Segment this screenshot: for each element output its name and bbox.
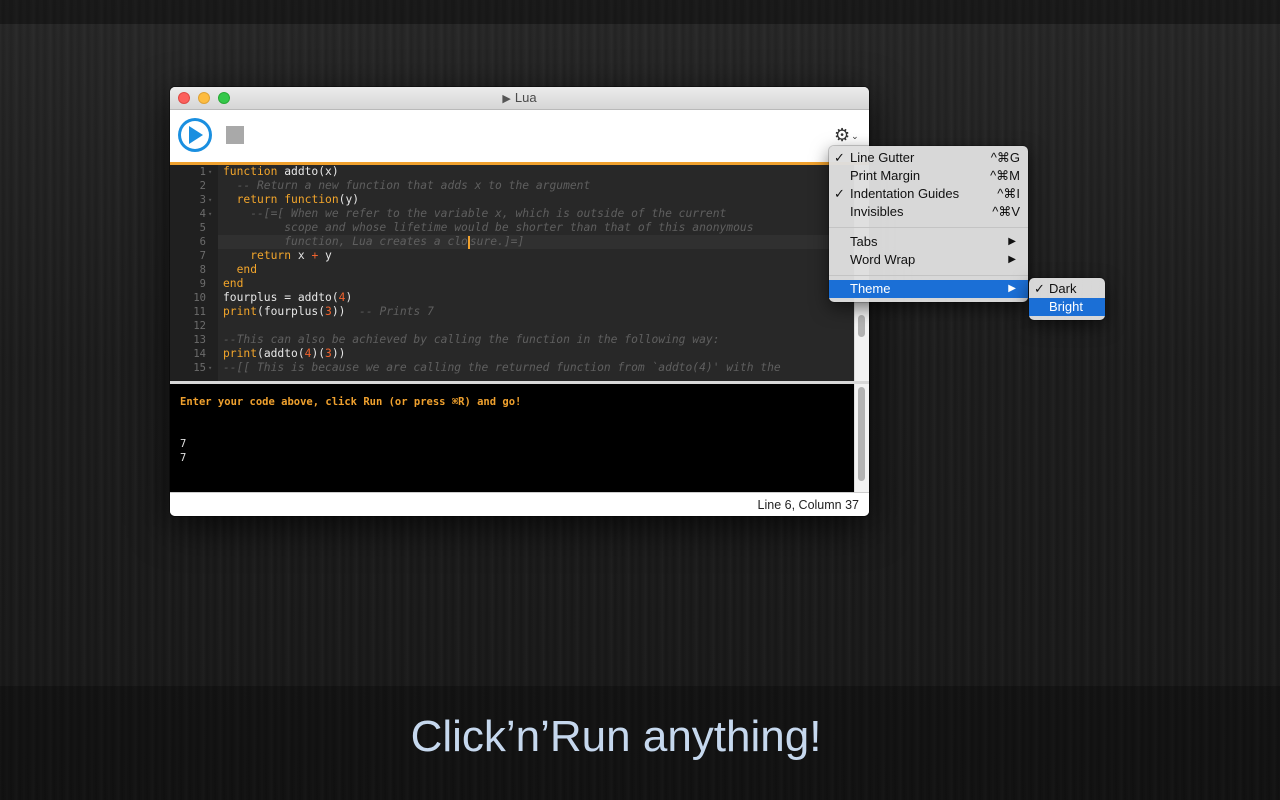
line-number: 3 (199, 194, 206, 206)
fold-arrow-icon[interactable]: ▾ (208, 193, 212, 207)
menu-item-indentation-guides[interactable]: ✓ Indentation Guides ^⌘I (829, 185, 1028, 203)
theme-submenu: ✓ Dark Bright (1029, 278, 1105, 320)
line-number: 8 (199, 264, 206, 276)
title-bar: ▶ Lua (170, 87, 869, 110)
run-button[interactable] (178, 118, 212, 152)
line-number: 5 (199, 222, 206, 234)
line-number: 11 (193, 306, 206, 318)
window-title: ▶ Lua (170, 90, 869, 105)
console-line: 7 (180, 452, 187, 464)
code-line: --[[ This is because we are calling the … (223, 361, 781, 374)
menu-item-tabs[interactable]: Tabs ▶ (829, 233, 1028, 251)
code-line: return function(y) (236, 193, 360, 206)
code-line: print(addto(4)(3)) (223, 347, 346, 360)
line-number: 15 (193, 362, 206, 374)
chevron-down-icon: ⌄ (851, 131, 859, 142)
code-line: -- Return a new function that adds x to … (223, 179, 591, 192)
play-icon: ▶ (502, 93, 511, 105)
app-window: ▶ Lua ⚙⌄ 1 ▾ 2 3 ▾ 4 ▾ 5 6 7 8 9 10 11 12… (170, 87, 869, 516)
code-line: return x + y (250, 249, 332, 262)
theme-item-bright[interactable]: Bright (1029, 298, 1105, 316)
console-output: Enter your code above, click Run (or pre… (170, 384, 854, 492)
submenu-arrow-icon: ▶ (1008, 254, 1016, 265)
checkmark-icon: ✓ (834, 186, 845, 201)
status-bar: Line 6, Column 37 (170, 492, 869, 516)
top-band (0, 0, 1280, 24)
settings-menu: ✓ Line Gutter ^⌘G Print Margin ^⌘M ✓ Indenta… (829, 146, 1028, 302)
window-title-text: Lua (514, 90, 537, 105)
fold-arrow-icon[interactable]: ▾ (208, 165, 212, 179)
fold-arrow-icon[interactable]: ▾ (208, 361, 212, 375)
line-number: 6 (199, 236, 206, 248)
fold-arrow-icon[interactable]: ▾ (208, 207, 212, 221)
line-number: 2 (199, 180, 206, 192)
code-line: --This can also be achieved by calling t… (223, 333, 720, 346)
theme-item-dark[interactable]: ✓ Dark (1029, 280, 1105, 298)
console-scrollbar[interactable] (854, 384, 869, 492)
toolbar: ⚙⌄ (170, 110, 869, 166)
code-line: function, Lua creates a clo sure.]=] (223, 235, 525, 249)
cursor-position: Line 6, Column 37 (757, 498, 859, 512)
play-icon (189, 126, 203, 144)
line-gutter: 1 ▾ 2 3 ▾ 4 ▾ 5 6 7 8 9 10 11 12 13 14 1… (170, 165, 218, 381)
menu-item-invisibles[interactable]: Invisibles ^⌘V (829, 203, 1028, 221)
stop-button[interactable] (226, 126, 244, 144)
settings-button[interactable]: ⚙⌄ (834, 126, 859, 145)
line-number: 13 (193, 334, 206, 346)
code-editor[interactable]: 1 ▾ 2 3 ▾ 4 ▾ 5 6 7 8 9 10 11 12 13 14 1… (170, 165, 854, 381)
code-line: scope and whose lifetime would be shorte… (223, 221, 754, 234)
console-prompt: Enter your code above, click Run (or pre… (180, 396, 522, 408)
submenu-arrow-icon: ▶ (1008, 283, 1016, 294)
code-line: --[=[ When we refer to the variable x, w… (223, 207, 727, 220)
line-number: 1 (199, 166, 206, 178)
checkmark-icon: ✓ (834, 150, 845, 165)
menu-item-theme[interactable]: Theme ▶ (829, 280, 1028, 298)
code-line: print(fourplus(3)) -- Prints 7 (223, 305, 434, 318)
console-line: 7 (180, 438, 187, 450)
line-number: 12 (193, 320, 206, 332)
submenu-arrow-icon: ▶ (1008, 236, 1016, 247)
line-number: 7 (199, 250, 206, 262)
gear-icon: ⚙ (834, 125, 851, 145)
code-line: end (236, 263, 258, 276)
line-number: 9 (199, 278, 206, 290)
menu-item-print-margin[interactable]: Print Margin ^⌘M (829, 167, 1028, 185)
menu-item-word-wrap[interactable]: Word Wrap ▶ (829, 251, 1028, 269)
line-number: 10 (193, 292, 206, 304)
menu-item-line-gutter[interactable]: ✓ Line Gutter ^⌘G (829, 149, 1028, 167)
console-scroll-thumb[interactable] (858, 387, 865, 481)
code-line: function addto(x) (223, 165, 339, 178)
menu-separator (829, 275, 1028, 276)
menu-separator (829, 227, 1028, 228)
code-line: fourplus = addto(4) (223, 291, 353, 304)
tagline: Click’n’Run anything! (410, 712, 822, 761)
line-number: 4 (199, 208, 206, 220)
code-line: end (223, 277, 244, 290)
line-number: 14 (193, 348, 206, 360)
checkmark-icon: ✓ (1034, 281, 1045, 296)
editor-scroll-thumb[interactable] (858, 315, 865, 337)
